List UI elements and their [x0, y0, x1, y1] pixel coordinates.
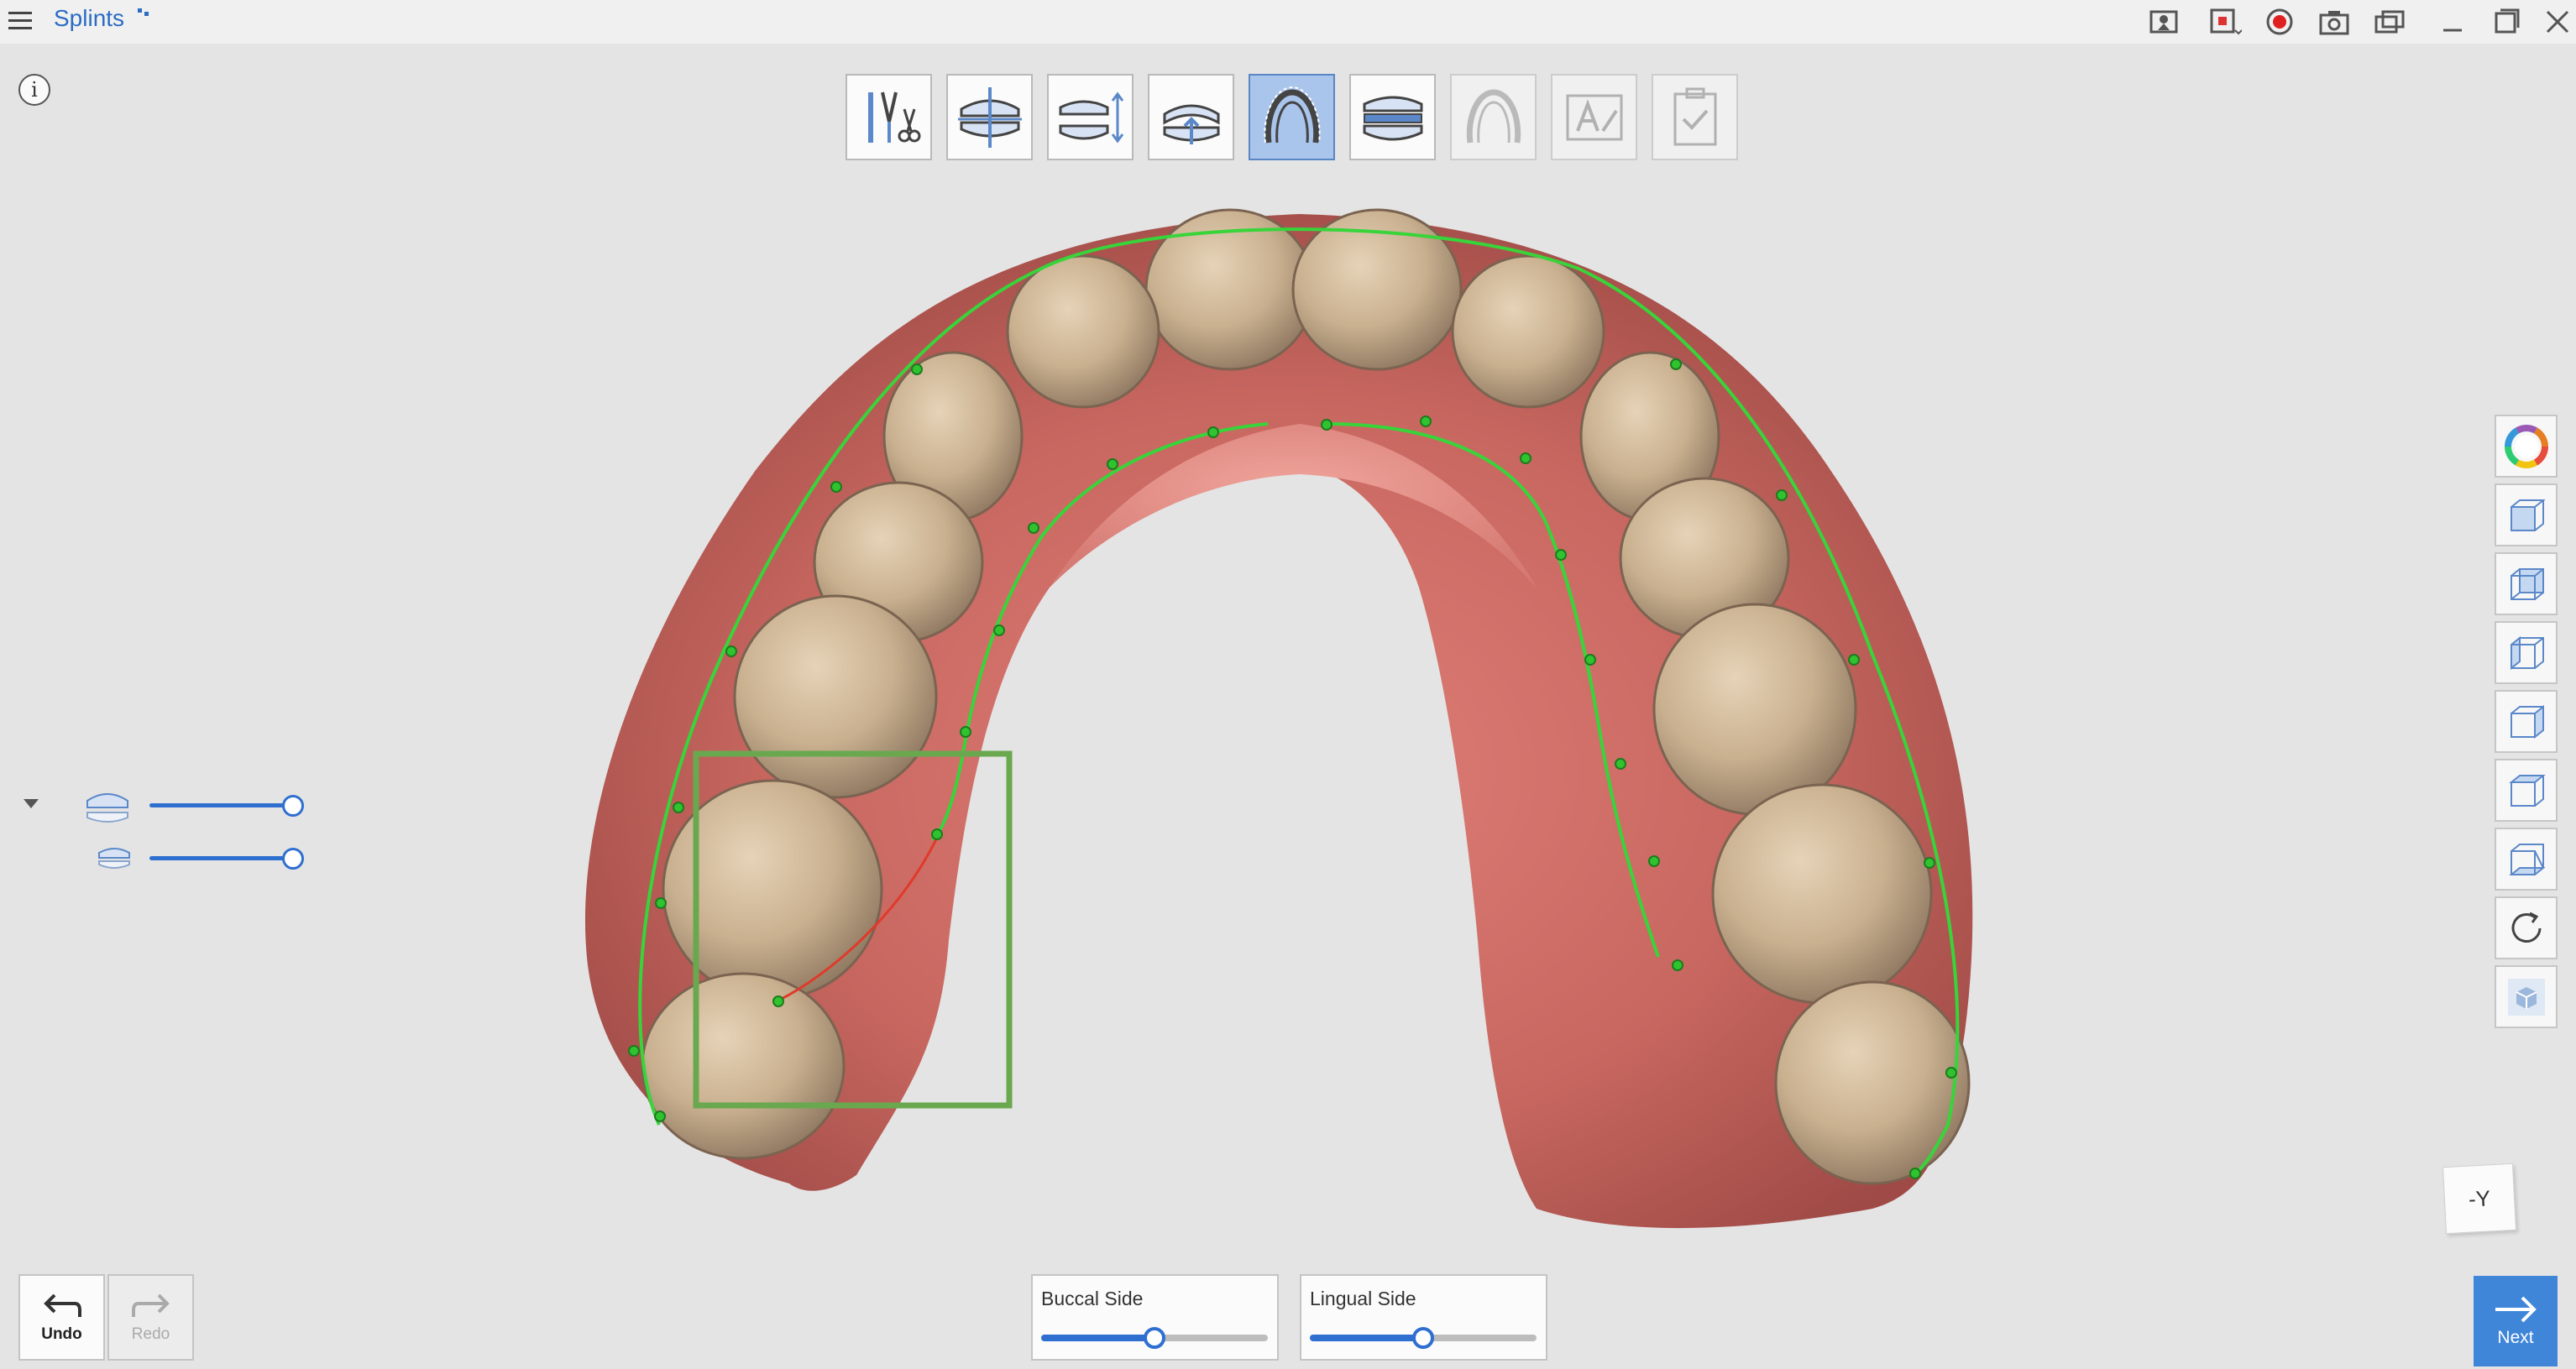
slider-knob[interactable] — [282, 795, 304, 817]
rotate-view-icon — [2511, 912, 2541, 943]
lingual-side-knob[interactable] — [1412, 1327, 1434, 1349]
rotate-view-button[interactable] — [2495, 896, 2558, 959]
bottom-view-icon — [2508, 843, 2546, 875]
left-view-button[interactable] — [2495, 621, 2558, 684]
title-bar: Splints — [0, 0, 2576, 44]
draw-margin-icon — [1263, 86, 1321, 143]
trim-tools-icon — [867, 91, 920, 143]
buccal-side-slider[interactable] — [1041, 1327, 1268, 1349]
redo-label: Redo — [131, 1325, 170, 1343]
back-view-button[interactable] — [2495, 552, 2558, 615]
undo-label: Undo — [41, 1325, 82, 1343]
bite-adjust-icon — [1059, 91, 1123, 143]
top-view-icon — [2508, 774, 2546, 807]
finish-check-icon — [1673, 87, 1716, 145]
orientation-indicator[interactable]: -Y — [2442, 1163, 2517, 1235]
orientation-label: -Y — [2468, 1184, 2491, 1212]
finish-button[interactable] — [1652, 74, 1738, 160]
splint-preview-button[interactable] — [1450, 74, 1537, 160]
lingual-side-label: Lingual Side — [1310, 1288, 1416, 1309]
text-label-icon — [1566, 94, 1622, 140]
splint-design-icon — [1363, 96, 1422, 140]
color-wheel-icon — [2504, 424, 2548, 468]
buccal-side-panel: Buccal Side — [1031, 1274, 1279, 1361]
solid-view-icon — [2507, 978, 2545, 1016]
recording-region-icon[interactable] — [2208, 5, 2242, 39]
right-view-button[interactable] — [2495, 690, 2558, 753]
front-view-button[interactable] — [2495, 483, 2558, 546]
upper-jaw-opacity-slider[interactable] — [149, 793, 304, 817]
color-wheel-button[interactable] — [2495, 415, 2558, 478]
view-toolbar — [2495, 415, 2558, 1028]
lower-jaw-icon[interactable] — [96, 843, 133, 873]
upper-jaw-icon[interactable] — [82, 784, 133, 826]
front-view-icon — [2510, 499, 2546, 531]
splint-design-button[interactable] — [1349, 74, 1436, 160]
next-button[interactable]: Next — [2474, 1276, 2558, 1366]
close-icon[interactable] — [2541, 5, 2574, 39]
lower-jaw-visibility — [96, 843, 304, 873]
app-title: Splints — [54, 5, 125, 31]
undo-icon — [43, 1293, 81, 1317]
minimize-icon[interactable] — [2435, 5, 2469, 39]
pin-icon[interactable] — [136, 7, 151, 22]
buccal-side-knob[interactable] — [1144, 1327, 1165, 1349]
left-view-icon — [2510, 635, 2544, 670]
next-label: Next — [2497, 1328, 2534, 1347]
record-icon[interactable] — [2263, 5, 2296, 39]
lingual-side-panel: Lingual Side — [1300, 1274, 1547, 1361]
model-viewport[interactable] — [0, 0, 2576, 1369]
menu-icon[interactable] — [7, 7, 35, 35]
screen-capture-icon[interactable] — [2148, 5, 2181, 39]
lingual-side-slider[interactable] — [1310, 1327, 1537, 1349]
trim-tools-button[interactable] — [846, 74, 932, 160]
splint-preview-icon — [1466, 88, 1521, 143]
redo-button[interactable]: Redo — [107, 1274, 194, 1361]
insertion-direction-icon — [1163, 104, 1219, 144]
info-button[interactable]: i — [18, 74, 50, 106]
workflow-toolbar — [846, 74, 1738, 160]
right-view-icon — [2510, 704, 2544, 739]
align-occlusion-icon — [957, 86, 1022, 148]
bite-adjust-button[interactable] — [1047, 74, 1134, 160]
maximize-icon[interactable] — [2490, 5, 2523, 39]
insertion-direction-button[interactable] — [1148, 74, 1234, 160]
top-view-button[interactable] — [2495, 759, 2558, 822]
undo-button[interactable]: Undo — [18, 1274, 105, 1361]
info-icon: i — [31, 78, 38, 102]
draw-margin-button[interactable] — [1249, 74, 1335, 160]
text-label-button[interactable] — [1551, 74, 1637, 160]
redo-icon — [131, 1293, 170, 1317]
slider-knob[interactable] — [282, 848, 304, 870]
arrow-right-icon — [2495, 1296, 2537, 1323]
window-swap-icon[interactable] — [2373, 5, 2406, 39]
lower-jaw-opacity-slider[interactable] — [149, 846, 304, 870]
upper-jaw-visibility — [82, 784, 304, 826]
align-occlusion-button[interactable] — [946, 74, 1033, 160]
buccal-side-label: Buccal Side — [1041, 1288, 1144, 1309]
collapse-arrow-icon[interactable] — [24, 799, 39, 808]
back-view-icon — [2510, 567, 2544, 600]
camera-icon[interactable] — [2317, 5, 2351, 39]
solid-view-button[interactable] — [2495, 965, 2558, 1028]
bottom-view-button[interactable] — [2495, 828, 2558, 891]
